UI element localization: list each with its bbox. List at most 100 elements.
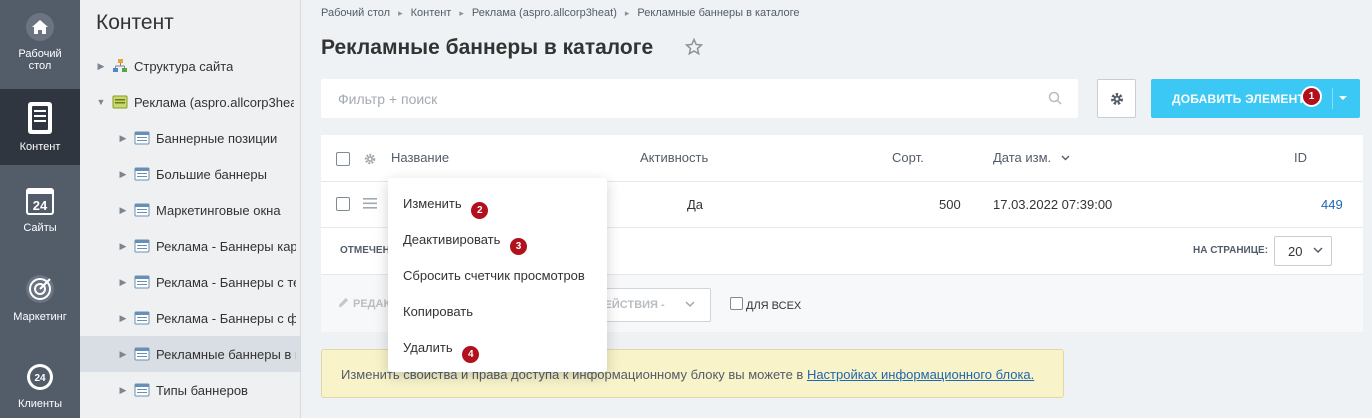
column-settings-gear-icon[interactable] [363,152,377,166]
menu-item-copy[interactable]: Копировать [403,304,473,319]
for-all-checkbox[interactable] [730,297,743,310]
expand-arrow-icon[interactable]: ▶ [118,241,128,251]
tree-item-label: Маркетинговые окна [156,202,281,218]
menu-item-label: Копировать [403,304,473,319]
iblock-type-icon [112,95,128,109]
tree-item-ads-text[interactable]: ▶ Реклама - Баннеры с текстом [80,264,300,300]
row-actions-menu-icon[interactable] [363,198,377,209]
row-context-menu: Изменить 2 Деактивировать 3 Сбросить сче… [388,178,607,372]
tree-item-label: Большие баннеры [156,166,267,182]
iblock-icon [134,203,150,217]
tree-item-label: Реклама - Баннеры карточки [156,238,296,254]
search-icon[interactable] [1048,91,1062,105]
per-page-label: НА СТРАНИЦЕ: [1193,245,1269,256]
breadcrumb-item[interactable]: Реклама (aspro.allcorp3heat) [472,7,617,19]
expand-arrow-icon[interactable]: ▶ [118,169,128,179]
rail-label: Маркетинг [13,311,67,323]
content-tree-sidebar: Контент ▶ Структура сайта ▼ Реклама (asp… [80,0,301,418]
breadcrumb-separator-icon: ▸ [624,8,630,18]
chevron-down-icon [1313,247,1323,254]
breadcrumb-item[interactable]: Контент [411,7,452,19]
menu-item-reset-views[interactable]: Сбросить счетчик просмотров [403,268,585,283]
tree-item-site-structure[interactable]: ▶ Структура сайта [80,48,300,84]
sort-desc-chevron-icon [1061,155,1070,161]
rail-label: Сайты [23,222,57,234]
per-page-value: 20 [1288,244,1303,259]
expand-arrow-icon[interactable]: ▶ [118,133,128,143]
chevron-down-icon[interactable] [1338,93,1348,103]
add-element-button[interactable]: ДОБАВИТЬ ЭЛЕМЕНТ 1 [1151,79,1360,118]
rail-item-desktop[interactable]: Рабочий стол [0,8,80,78]
expand-arrow-icon[interactable]: ▶ [118,277,128,287]
breadcrumb-item[interactable]: Рабочий стол [321,7,390,19]
expand-arrow-icon[interactable]: ▶ [96,61,106,71]
target-icon [26,275,54,303]
tree-item-ads-photo[interactable]: ▶ Реклама - Баннеры с фото [80,300,300,336]
expand-arrow-icon[interactable]: ▶ [118,385,128,395]
tree-item-label: Рекламные баннеры в каталоге [156,346,296,362]
rail-item-sites[interactable]: 24 Сайты [0,186,80,246]
star-icon[interactable] [685,38,703,56]
tree-item-label: Типы баннеров [156,382,248,398]
tree-item-label: Реклама (aspro.allcorp3heat) [134,94,294,110]
column-header-active[interactable]: Активность [640,150,708,165]
rail-item-clients[interactable]: 24 Клиенты [0,362,80,418]
cell-id-link[interactable]: 449 [1321,197,1343,212]
tree-item-label: Структура сайта [134,58,234,74]
column-header-name[interactable]: Название [391,150,449,165]
step-badge: 3 [508,236,529,257]
collapse-arrow-icon[interactable]: ▼ [96,97,106,107]
cell-date: 17.03.2022 07:39:00 [993,197,1113,212]
menu-item-deactivate[interactable]: Деактивировать 3 [403,232,529,257]
for-all-label: ДЛЯ ВСЕХ [746,300,802,312]
rail-item-marketing[interactable]: Маркетинг [0,273,80,333]
breadcrumb-item[interactable]: Рекламные баннеры в каталоге [637,7,799,19]
step-badge: 1 [1301,86,1322,107]
tree-item-catalog-banners[interactable]: ▶ Рекламные баннеры в каталоге [80,336,300,372]
tree-item-big-banners[interactable]: ▶ Большие баннеры [80,156,300,192]
tree-item-label: Баннерные позиции [156,130,278,146]
cell-sort: 500 [939,197,961,212]
column-header-sort[interactable]: Сорт. [892,150,924,165]
settings-button[interactable] [1097,79,1136,118]
tree-item-label: Реклама - Баннеры с текстом [156,274,296,290]
column-header-date[interactable]: Дата изм. [993,150,1051,165]
iblock-icon [134,239,150,253]
add-element-label: ДОБАВИТЬ ЭЛЕМЕНТ [1172,92,1305,106]
menu-item-label: Удалить [403,340,453,355]
pencil-icon [338,297,349,308]
expand-arrow-icon[interactable]: ▶ [118,313,128,323]
expand-arrow-icon[interactable]: ▶ [118,205,128,215]
tree-item-ads-type[interactable]: ▼ Реклама (aspro.allcorp3heat) [80,84,300,120]
tree-item-marketing-windows[interactable]: ▶ Маркетинговые окна [80,192,300,228]
chevron-down-icon [685,301,695,308]
iblock-icon [134,347,150,361]
tree-item-banner-positions[interactable]: ▶ Баннерные позиции [80,120,300,156]
cell-active: Да [687,197,704,212]
calendar-24-icon: 24 [26,188,54,215]
menu-item-delete[interactable]: Удалить 4 [403,340,482,365]
tree-item-ads-cards[interactable]: ▶ Реклама - Баннеры карточки [80,228,300,264]
column-header-id[interactable]: ID [1294,150,1307,165]
breadcrumb-separator-icon: ▸ [459,8,464,18]
page-title: Рекламные баннеры в каталоге [321,36,654,59]
row-checkbox[interactable] [336,197,350,211]
expand-arrow-icon[interactable]: ▶ [118,349,128,359]
home-icon [26,13,54,41]
iblock-icon [134,383,150,397]
button-divider [1332,88,1333,109]
filter-search-input[interactable]: Фильтр + поиск [321,79,1078,118]
rail-item-content[interactable]: Контент [0,89,80,165]
menu-item-edit[interactable]: Изменить 2 [403,196,491,221]
menu-item-label: Изменить [403,196,462,211]
rail-label: Рабочий стол [18,48,62,72]
iblock-icon [134,131,150,145]
select-all-checkbox[interactable] [336,152,350,166]
breadcrumb-separator-icon: ▸ [398,8,403,18]
gear-icon [1110,92,1123,105]
iblock-settings-link[interactable]: Настройках информационного блока. [807,367,1034,382]
step-badge: 2 [469,200,491,221]
tree-item-banner-types[interactable]: ▶ Типы баннеров [80,372,300,408]
menu-item-label: Деактивировать [403,232,501,247]
per-page-select[interactable]: 20 [1274,236,1332,266]
